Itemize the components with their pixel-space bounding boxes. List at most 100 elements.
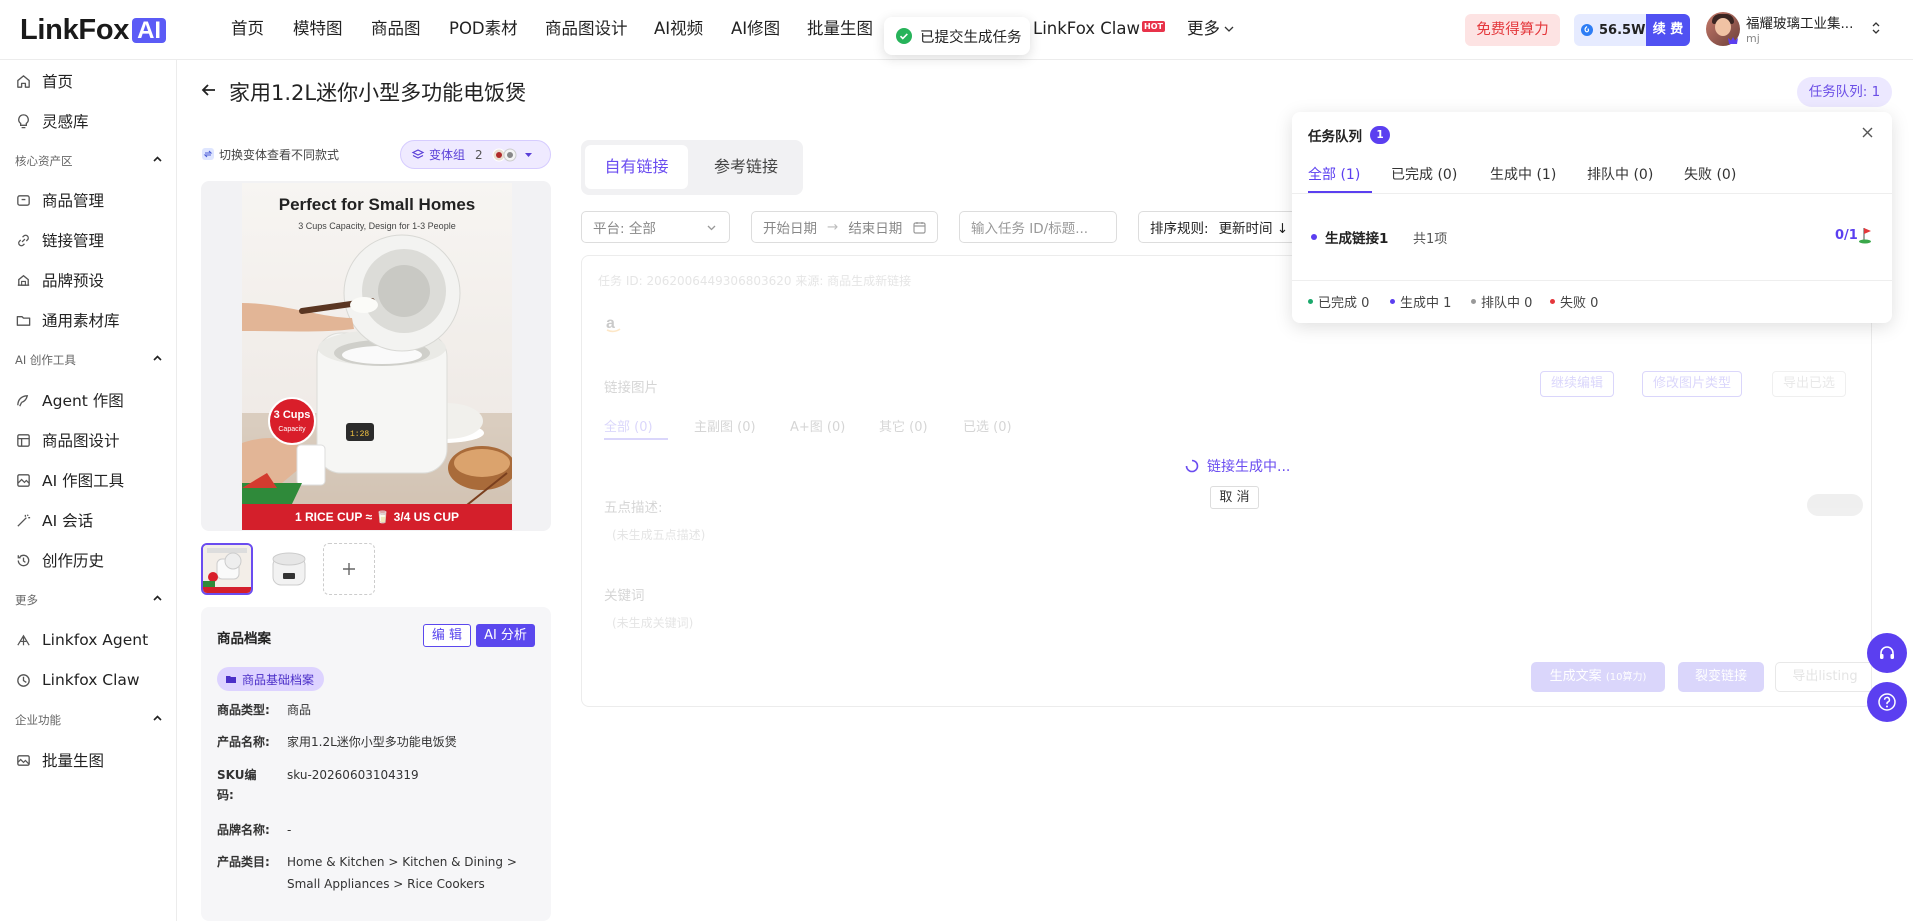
image-tab-all[interactable]: 全部 (0) xyxy=(604,416,653,435)
image-tab-selected[interactable]: 已选 (0) xyxy=(963,416,1012,435)
nav-linkfox-claw[interactable]: LinkFox Claw HOT xyxy=(1033,18,1165,40)
field-key: 商品类型: xyxy=(217,703,270,717)
nav-pod-assets[interactable]: POD素材 xyxy=(449,18,518,40)
queue-tab-done[interactable]: 已完成 (0) xyxy=(1391,164,1457,184)
section-title: AI 创作工具 xyxy=(15,353,76,367)
export-listing-button[interactable]: 导出listing xyxy=(1775,662,1871,692)
sidebar-item-ai-chat[interactable]: AI 会话 xyxy=(0,502,176,538)
queue-task-name[interactable]: 生成链接1 xyxy=(1325,227,1388,247)
nav-home[interactable]: 首页 xyxy=(231,18,264,40)
credits-widget[interactable]: 56.5W 续 费 xyxy=(1574,14,1690,46)
chevron-up-icon xyxy=(152,154,163,165)
queue-tab-queued[interactable]: 排队中 (0) xyxy=(1587,164,1653,184)
ai-analysis-button[interactable]: AI 分析 xyxy=(476,624,535,647)
sort-select[interactable]: 排序规则: 更新时间 ↓ xyxy=(1138,211,1293,243)
split-link-button[interactable]: 裂变链接 xyxy=(1678,662,1764,692)
cups-badge-text: 3 Cups xyxy=(273,409,311,421)
variant-group-dropdown[interactable]: 变体组 2 xyxy=(400,140,551,169)
thumbnail-2-image xyxy=(263,543,315,595)
stat-running: 生成中 1 xyxy=(1390,292,1451,311)
task-queue-popover: 任务队列 1 全部 (1) 已完成 (0) 生成中 (1) 排队中 (0) 失败… xyxy=(1292,112,1892,323)
sidebar-item-linkfox-agent[interactable]: Linkfox Agent xyxy=(0,622,176,658)
profile-badge: 商品基础档案 xyxy=(217,667,325,691)
nav-more[interactable]: 更多 xyxy=(1187,18,1234,40)
product-main-image[interactable]: 1:28 Perfect for Small Homes 3 Cups Capa… xyxy=(201,181,551,531)
sidebar-item-home[interactable]: 首页 xyxy=(0,63,176,99)
renew-button[interactable]: 续 费 xyxy=(1646,14,1690,46)
nav-batch-image[interactable]: 批量生图 xyxy=(807,18,873,40)
tab-own-links[interactable]: 自有链接 xyxy=(585,145,688,189)
date-range-picker[interactable]: 开始日期 → 结束日期 xyxy=(751,211,938,243)
task-search-input[interactable]: 输入任务 ID/标题... xyxy=(959,211,1117,243)
continue-edit-button[interactable]: 继续编辑 xyxy=(1540,371,1615,397)
profile-title: 商品档案 xyxy=(217,631,271,647)
nav-ai-video[interactable]: AI视频 xyxy=(654,18,703,40)
sidebar-item-brand-presets[interactable]: 品牌预设 xyxy=(0,262,176,298)
sidebar-item-ai-tools[interactable]: AI 作图工具 xyxy=(0,462,176,498)
image-tab-aplus[interactable]: A+图 (0) xyxy=(790,416,845,435)
expand-updown-icon[interactable] xyxy=(1870,21,1882,35)
change-image-type-button[interactable]: 修改图片类型 xyxy=(1642,371,1743,397)
golf-flag-icon xyxy=(1858,226,1874,244)
platform-select-value: 平台: 全部 xyxy=(593,221,656,237)
caret-down-icon xyxy=(524,150,533,159)
sidebar-item-products[interactable]: 商品管理 xyxy=(0,182,176,218)
support-button[interactable] xyxy=(1867,633,1907,673)
hot-badge: HOT xyxy=(1142,21,1165,32)
sidebar-item-product-design[interactable]: 商品图设计 xyxy=(0,422,176,458)
sidebar-item-inspiration[interactable]: 灵感库 xyxy=(0,103,176,139)
batch-image-icon xyxy=(15,752,32,769)
status-dot-icon xyxy=(1390,299,1395,304)
queue-task-total: 共1项 xyxy=(1413,232,1448,247)
sidebar-item-batch-image[interactable]: 批量生图 xyxy=(0,742,176,778)
image-tab-main[interactable]: 主副图 (0) xyxy=(694,416,756,435)
field-value: - xyxy=(287,823,292,837)
cups-badge-sub: Capacity xyxy=(278,426,306,433)
bullets-toggle[interactable] xyxy=(1807,494,1863,516)
bullets-label: 五点描述: xyxy=(604,500,663,516)
help-button[interactable] xyxy=(1867,682,1907,722)
task-queue-button[interactable]: 任务队列: 1 xyxy=(1797,77,1892,107)
cancel-button[interactable]: 取 消 xyxy=(1210,486,1259,509)
product-profile-card: 商品档案 编 辑 AI 分析 商品基础档案 商品类型: 商品 产品名称: 家用1… xyxy=(201,607,551,921)
sidebar-item-history[interactable]: 创作历史 xyxy=(0,542,176,578)
close-icon[interactable] xyxy=(1860,125,1875,140)
chevron-up-icon xyxy=(152,593,163,604)
add-image-button[interactable] xyxy=(323,543,375,595)
arrow-right-icon: → xyxy=(827,219,839,235)
edit-button[interactable]: 编 辑 xyxy=(423,624,471,647)
sidebar-item-links[interactable]: 链接管理 xyxy=(0,222,176,258)
queue-tab-failed[interactable]: 失败 (0) xyxy=(1684,164,1736,184)
platform-select[interactable]: 平台: 全部 xyxy=(581,211,730,243)
section-ai-tools[interactable]: AI 创作工具 xyxy=(15,352,163,368)
loading-text: 链接生成中... xyxy=(1207,459,1291,475)
credit-coin-icon xyxy=(1580,23,1594,37)
thumbnail-2[interactable] xyxy=(263,543,315,595)
user-name[interactable]: 福耀玻璃工业集... xyxy=(1746,12,1853,32)
sidebar-item-agent-draw[interactable]: Agent 作图 xyxy=(0,382,176,418)
logo[interactable]: LinkFox AI xyxy=(20,14,167,46)
queue-tab-running[interactable]: 生成中 (1) xyxy=(1490,164,1556,184)
chevron-up-icon xyxy=(152,713,163,724)
section-enterprise[interactable]: 企业功能 xyxy=(15,712,163,728)
field-value: 家用1.2L迷你小型多功能电饭煲 xyxy=(287,735,457,749)
tab-reference-links[interactable]: 参考链接 xyxy=(696,145,796,189)
export-selected-button[interactable]: 导出已选 xyxy=(1772,371,1847,397)
queue-tab-all[interactable]: 全部 (1) xyxy=(1308,164,1360,184)
nav-product-image[interactable]: 商品图 xyxy=(371,18,421,40)
free-credits-button[interactable]: 免费得算力 xyxy=(1465,14,1560,46)
image-tab-other[interactable]: 其它 (0) xyxy=(879,416,928,435)
sidebar-item-assets-library[interactable]: 通用素材库 xyxy=(0,302,176,338)
generate-copy-button[interactable]: 生成文案 (10算力) xyxy=(1531,662,1665,692)
thumbnail-1[interactable] xyxy=(201,543,253,595)
product-image-artwork: 1:28 Perfect for Small Homes 3 Cups Capa… xyxy=(242,183,512,530)
nav-model-image[interactable]: 模特图 xyxy=(293,18,343,40)
section-core-assets[interactable]: 核心资产区 xyxy=(15,153,163,169)
images-label: 链接图片 xyxy=(604,380,658,396)
nav-ai-retouch[interactable]: AI修图 xyxy=(731,18,780,40)
nav-product-design[interactable]: 商品图设计 xyxy=(545,18,628,40)
toast-text: 已提交生成任务 xyxy=(920,29,1022,46)
sidebar-item-linkfox-claw[interactable]: Linkfox Claw xyxy=(0,662,176,698)
back-arrow-icon[interactable] xyxy=(199,80,219,100)
section-more[interactable]: 更多 xyxy=(15,592,163,608)
